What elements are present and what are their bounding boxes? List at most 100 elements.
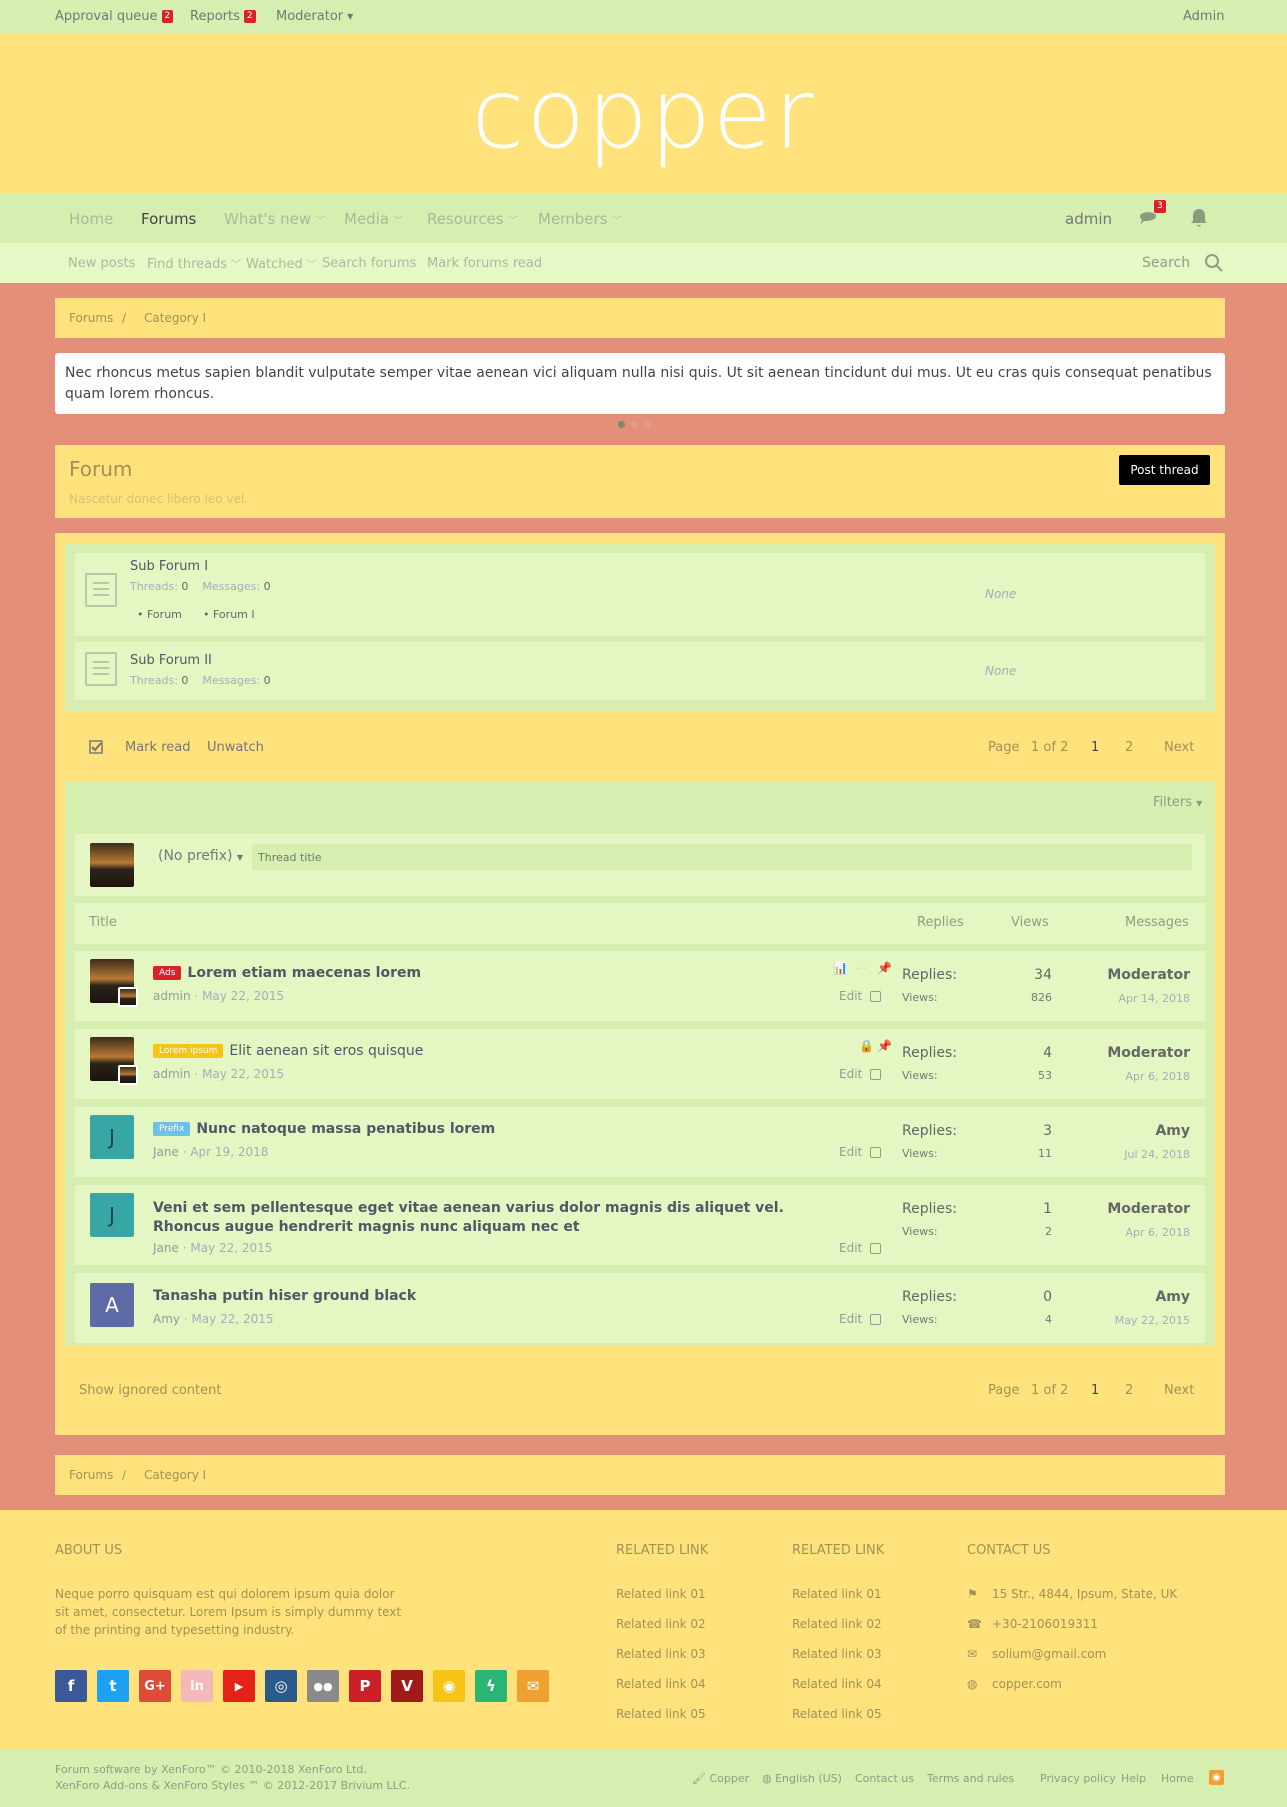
select-checkbox[interactable]	[870, 1069, 882, 1080]
tab-resources[interactable]: Resources ﹀	[427, 210, 518, 228]
related-link[interactable]: Related link 01	[616, 1587, 706, 1601]
contact-website[interactable]: copper.com	[992, 1677, 1062, 1691]
rss-icon[interactable]: ◉	[433, 1670, 465, 1702]
breadcrumb-forums[interactable]: Forums	[69, 311, 113, 325]
twitter-icon[interactable]: t	[97, 1670, 129, 1702]
find-threads-link[interactable]: Find threads ﹀	[147, 256, 241, 272]
google-plus-icon[interactable]: G+	[139, 1670, 171, 1702]
thread-title[interactable]: Tanasha putin hiser ground black	[153, 1288, 416, 1304]
avatar[interactable]: A	[90, 1283, 134, 1327]
flickr-icon[interactable]: ●●	[307, 1670, 339, 1702]
pager-dot-active[interactable]	[618, 421, 625, 428]
language-chooser-link[interactable]: ◍ English (US)	[762, 1772, 842, 1785]
related-link[interactable]: Related link 04	[792, 1677, 882, 1691]
subforum-node[interactable]: Sub Forum I Threads: 0 Messages: 0 • For…	[75, 553, 1205, 636]
avatar[interactable]	[90, 843, 134, 887]
thread-row[interactable]: Ads Lorem etiam maecenas lorem admin · Ma…	[75, 951, 1205, 1021]
checkbox-checked-icon[interactable]	[89, 740, 103, 754]
approval-queue-link[interactable]: Approval queue 2	[55, 9, 174, 24]
related-link[interactable]: Related link 04	[616, 1677, 706, 1691]
tab-home[interactable]: Home	[69, 210, 113, 228]
subforum-link[interactable]: • Forum I	[203, 608, 255, 621]
last-post-date[interactable]: Jul 24, 2018	[1070, 1148, 1190, 1161]
thread-title[interactable]: Prefix Nunc natoque massa penatibus lorem	[153, 1121, 495, 1137]
prefix-badge[interactable]: Ads	[153, 966, 182, 980]
tab-whats-new[interactable]: What's new ﹀	[224, 210, 325, 228]
last-post-date[interactable]: Apr 6, 2018	[1070, 1226, 1190, 1239]
page-2-link[interactable]: 2	[1125, 1383, 1133, 1398]
select-checkbox[interactable]	[870, 991, 882, 1002]
last-post-user[interactable]: Moderator	[1070, 1201, 1190, 1217]
next-page-link[interactable]: Next	[1164, 740, 1194, 755]
vimeo-icon[interactable]: V	[391, 1670, 423, 1702]
related-link[interactable]: Related link 02	[792, 1617, 882, 1631]
last-post-date[interactable]: May 22, 2015	[1070, 1314, 1190, 1327]
mark-forums-read-link[interactable]: Mark forums read	[427, 256, 542, 271]
tab-members[interactable]: Members ﹀	[538, 210, 622, 228]
subforum-title[interactable]: Sub Forum II	[130, 653, 212, 668]
thread-title[interactable]: Lorem ipsum Elit aenean sit eros quisque	[153, 1043, 423, 1059]
search-button[interactable]: Search	[1142, 255, 1190, 271]
pager-dot[interactable]	[644, 421, 651, 428]
thread-title-input[interactable]	[252, 844, 1192, 870]
breadcrumb-category[interactable]: Category I	[144, 311, 206, 325]
col-views[interactable]: Views	[1011, 915, 1049, 930]
subforum-link[interactable]: • Forum	[137, 608, 182, 621]
last-post-user[interactable]: Moderator	[1070, 1045, 1190, 1061]
related-link[interactable]: Related link 01	[792, 1587, 882, 1601]
thread-row[interactable]: Lorem ipsum Elit aenean sit eros quisque …	[75, 1029, 1205, 1099]
email-icon[interactable]: ✉	[517, 1670, 549, 1702]
unwatch-button[interactable]: Unwatch	[207, 740, 264, 755]
watched-link[interactable]: Watched ﹀	[246, 256, 317, 272]
thread-row[interactable]: A Tanasha putin hiser ground black Amy ·…	[75, 1273, 1205, 1343]
last-post-date[interactable]: Apr 6, 2018	[1070, 1070, 1190, 1083]
pinterest-icon[interactable]: P	[349, 1670, 381, 1702]
thread-row[interactable]: J Veni et sem pellentesque eget vitae ae…	[75, 1185, 1205, 1265]
search-forums-link[interactable]: Search forums	[322, 256, 416, 271]
post-thread-button[interactable]: Post thread	[1119, 455, 1210, 485]
edit-link[interactable]: Edit	[839, 989, 882, 1003]
linkedin-icon[interactable]: in	[181, 1670, 213, 1702]
dribbble-icon[interactable]: ◎	[265, 1670, 297, 1702]
filters-menu[interactable]: Filters ▼	[1153, 795, 1202, 810]
related-link[interactable]: Related link 02	[616, 1617, 706, 1631]
subforum-node[interactable]: Sub Forum II Threads: 0 Messages: 0 None	[75, 642, 1205, 700]
privacy-link[interactable]: Privacy policy	[1040, 1772, 1116, 1785]
contact-us-link[interactable]: Contact us	[855, 1772, 914, 1785]
logo[interactable]: copper	[0, 34, 1287, 194]
breadcrumb-category[interactable]: Category I	[144, 1468, 206, 1482]
alerts-button[interactable]	[1190, 208, 1208, 228]
new-posts-link[interactable]: New posts	[68, 256, 135, 271]
mark-read-button[interactable]: Mark read	[125, 740, 190, 755]
page-2-link[interactable]: 2	[1125, 740, 1133, 755]
youtube-icon[interactable]: ▶	[223, 1670, 255, 1702]
avatar[interactable]: J	[90, 1193, 134, 1237]
page-1-link[interactable]: 1	[1091, 740, 1099, 755]
style-chooser-link[interactable]: 🖌 Copper	[692, 1772, 749, 1785]
tab-forums[interactable]: Forums	[141, 210, 196, 228]
admin-link[interactable]: Admin	[1183, 9, 1224, 24]
edit-link[interactable]: Edit	[839, 1312, 882, 1326]
search-icon[interactable]	[1204, 253, 1224, 273]
tab-media[interactable]: Media ﹀	[344, 210, 403, 228]
prefix-select[interactable]: (No prefix) ▼	[158, 848, 243, 864]
thread-title[interactable]: Veni et sem pellentesque eget vitae aene…	[153, 1199, 853, 1237]
subforum-title[interactable]: Sub Forum I	[130, 559, 208, 574]
last-post-user[interactable]: Amy	[1070, 1289, 1190, 1305]
edit-link[interactable]: Edit	[839, 1241, 882, 1255]
select-checkbox[interactable]	[870, 1314, 882, 1325]
user-menu[interactable]: admin	[1065, 210, 1112, 228]
last-post-user[interactable]: Amy	[1070, 1123, 1190, 1139]
facebook-icon[interactable]: f	[55, 1670, 87, 1702]
show-ignored-link[interactable]: Show ignored content	[79, 1383, 221, 1398]
moderator-menu[interactable]: Moderator ▼	[276, 9, 353, 24]
contact-email[interactable]: solium@gmail.com	[992, 1647, 1106, 1661]
col-title[interactable]: Title	[89, 915, 117, 930]
home-link[interactable]: Home	[1161, 1772, 1193, 1785]
breadcrumb-forums[interactable]: Forums	[69, 1468, 113, 1482]
pager-dot[interactable]	[631, 421, 638, 428]
select-checkbox[interactable]	[870, 1243, 882, 1254]
last-post-date[interactable]: Apr 14, 2018	[1070, 992, 1190, 1005]
deviantart-icon[interactable]: ϟ	[475, 1670, 507, 1702]
col-replies[interactable]: Replies	[917, 915, 964, 930]
